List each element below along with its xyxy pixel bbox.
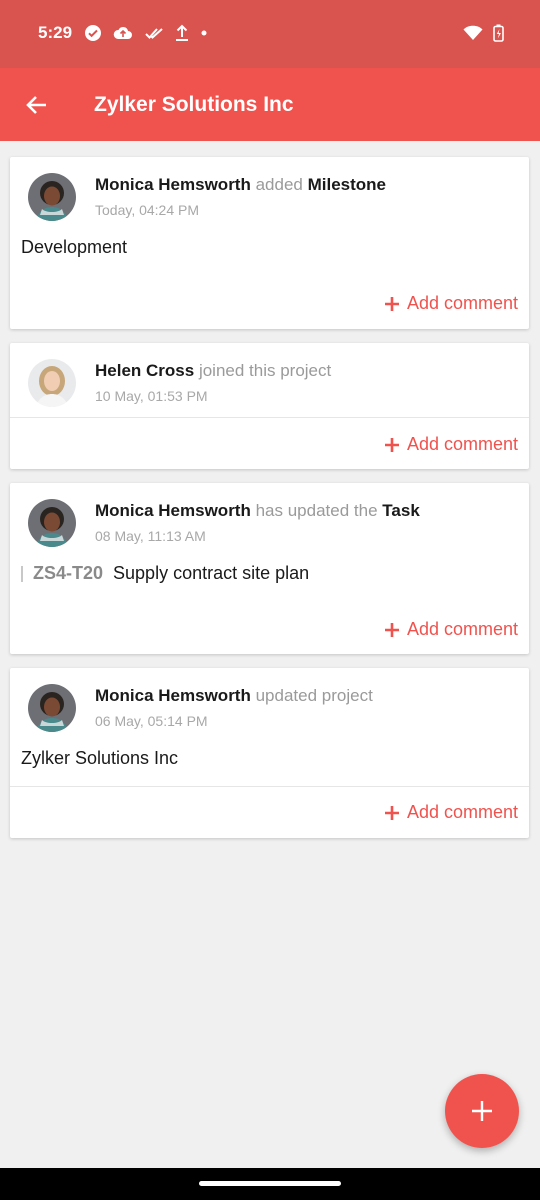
task-id: ZS4-T20 (33, 563, 104, 583)
activity-header: Monica Hemsworth added Milestone Today, … (10, 157, 529, 221)
activity-object: Task (382, 501, 420, 520)
activity-action: joined this project (198, 361, 332, 380)
add-comment-button[interactable]: Add comment (384, 434, 518, 455)
activity-timestamp: 10 May, 01:53 PM (95, 388, 208, 404)
avatar[interactable] (28, 684, 76, 732)
activity-timestamp: 06 May, 05:14 PM (95, 713, 208, 729)
plus-icon (384, 296, 399, 311)
page-title: Zylker Solutions Inc (94, 93, 294, 116)
upload-icon (176, 24, 188, 41)
status-bar: 5:29 (0, 0, 540, 68)
add-comment-button[interactable]: Add comment (384, 802, 518, 823)
back-button[interactable] (22, 90, 52, 120)
activity-header: Monica Hemsworth has updated the Task 08… (10, 483, 529, 547)
activity-action: added (255, 175, 303, 194)
comment-row: Add comment (10, 418, 529, 470)
status-time: 5:29 (38, 23, 73, 42)
app-bar: Zylker Solutions Inc (0, 68, 540, 141)
activity-timestamp: Today, 04:24 PM (95, 202, 200, 218)
plus-icon (384, 437, 399, 452)
user-name[interactable]: Helen Cross (95, 361, 194, 380)
activity-header: Helen Cross joined this project 10 May, … (10, 343, 529, 417)
user-name[interactable]: Monica Hemsworth (95, 686, 251, 705)
plus-icon (384, 805, 399, 820)
activity-summary: Monica Hemsworth added Milestone (95, 175, 386, 195)
home-gesture-handle[interactable] (199, 1181, 341, 1186)
add-activity-fab[interactable] (445, 1074, 519, 1148)
status-system-icons (463, 24, 504, 42)
add-comment-label: Add comment (406, 802, 518, 822)
activity-summary: Monica Hemsworth updated project (95, 686, 373, 706)
check-circle-icon (85, 25, 101, 41)
avatar[interactable] (28, 173, 76, 221)
activity-action: has updated the (255, 501, 378, 520)
activity-feed: Monica Hemsworth added Milestone Today, … (10, 157, 529, 852)
activity-header: Monica Hemsworth updated project 06 May,… (10, 668, 529, 732)
activity-object: Milestone (307, 175, 387, 194)
arrow-left-icon (26, 96, 46, 114)
activity-timestamp: 08 May, 11:13 AM (95, 528, 206, 544)
activity-summary: Monica Hemsworth has updated the Task (95, 501, 420, 521)
activity-card: Monica Hemsworth added Milestone Today, … (10, 157, 529, 329)
add-comment-button[interactable]: Add comment (384, 293, 518, 314)
user-name[interactable]: Monica Hemsworth (95, 501, 251, 520)
activity-action: updated project (255, 686, 373, 705)
activity-content[interactable]: Development (10, 237, 127, 258)
add-comment-button[interactable]: Add comment (384, 619, 518, 640)
double-check-icon (145, 28, 163, 39)
wifi-icon (463, 25, 483, 40)
avatar[interactable] (28, 499, 76, 547)
activity-content[interactable]: Zylker Solutions Inc (10, 748, 178, 769)
add-comment-label: Add comment (406, 434, 518, 454)
add-comment-label: Add comment (406, 293, 518, 313)
activity-card: Monica Hemsworth has updated the Task 08… (10, 483, 529, 654)
status-notification-icons (84, 24, 208, 42)
system-nav-bar (0, 1168, 540, 1200)
cloud-upload-icon (113, 26, 132, 39)
activity-card: Monica Hemsworth updated project 06 May,… (10, 668, 529, 838)
add-comment-label: Add comment (406, 619, 518, 639)
avatar[interactable] (28, 359, 76, 407)
battery-icon (493, 24, 504, 42)
dot-icon (201, 30, 207, 36)
task-title: Supply contract site plan (113, 563, 310, 583)
user-name[interactable]: Monica Hemsworth (95, 175, 251, 194)
plus-icon (384, 622, 399, 637)
divider (10, 786, 529, 787)
task-link[interactable]: ZS4-T20 Supply contract site plan (10, 563, 309, 584)
activity-summary: Helen Cross joined this project (95, 361, 331, 381)
plus-icon (472, 1101, 492, 1121)
task-bar (21, 565, 23, 582)
activity-card: Helen Cross joined this project 10 May, … (10, 343, 529, 469)
